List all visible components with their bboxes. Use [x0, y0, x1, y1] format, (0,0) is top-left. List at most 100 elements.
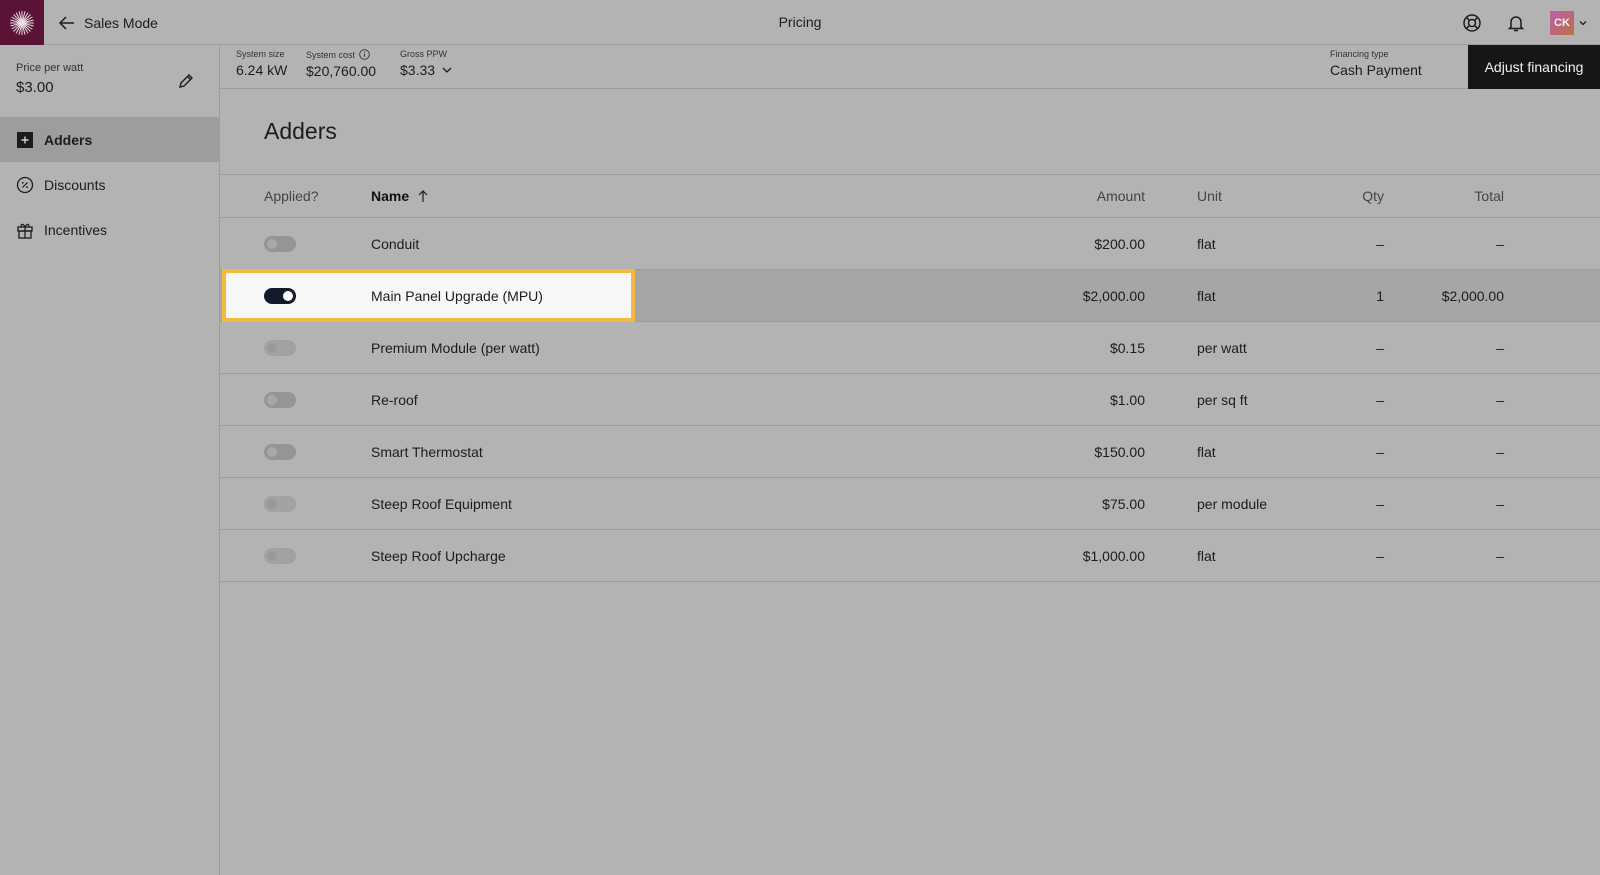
adder-qty: –: [1376, 443, 1384, 460]
system-cost-stat: System cost $20,760.00: [306, 49, 376, 79]
applied-toggle[interactable]: [264, 495, 296, 512]
adder-name: Conduit: [371, 235, 420, 252]
table-row: Steep Roof Equipment $75.00 per module –…: [220, 478, 1600, 530]
gross-ppw-dropdown[interactable]: Gross PPW $3.33: [400, 49, 453, 78]
adder-qty: –: [1376, 547, 1384, 564]
adder-amount: $1,000.00: [1082, 547, 1145, 564]
info-icon[interactable]: [359, 49, 370, 60]
adder-name: Main Panel Upgrade (MPU): [371, 287, 543, 304]
adder-total: –: [1496, 495, 1504, 512]
pencil-icon[interactable]: [177, 72, 195, 90]
table-row: Re-roof $1.00 per sq ft – –: [220, 374, 1600, 426]
sidebar-item-label: Discounts: [44, 176, 106, 193]
back-label: Sales Mode: [84, 14, 158, 31]
app-logo[interactable]: [0, 0, 44, 45]
adder-amount: $75.00: [1102, 495, 1145, 512]
system-size-stat: System size 6.24 kW: [236, 49, 287, 78]
column-header-name-sort[interactable]: Name: [371, 175, 429, 217]
chevron-down-icon: [442, 67, 452, 73]
adder-total: –: [1496, 443, 1504, 460]
column-header-applied: Applied?: [264, 188, 319, 204]
help-button[interactable]: [1462, 13, 1482, 33]
adder-amount: $1.00: [1109, 391, 1145, 408]
applied-toggle[interactable]: [264, 235, 296, 252]
system-cost-label: System cost: [306, 49, 356, 60]
adder-amount: $2,000.00: [1082, 287, 1145, 304]
bell-icon: [1507, 15, 1525, 31]
adder-qty: –: [1376, 235, 1384, 252]
adder-qty: 1: [1376, 287, 1384, 304]
adder-total: –: [1496, 235, 1504, 252]
arrow-left-icon: [58, 15, 74, 30]
applied-toggle[interactable]: [264, 547, 296, 564]
adder-unit: flat: [1197, 287, 1216, 304]
adder-qty: –: [1376, 339, 1384, 356]
column-header-total: Total: [1474, 188, 1504, 204]
adder-total: –: [1496, 547, 1504, 564]
sidebar-item-label: Adders: [44, 131, 93, 148]
applied-toggle[interactable]: [264, 391, 296, 408]
adder-unit: flat: [1197, 235, 1216, 252]
price-per-watt-label: Price per watt: [16, 62, 84, 74]
column-header-amount: Amount: [1096, 188, 1145, 204]
gift-icon: [17, 223, 33, 239]
sidebar-item-adders[interactable]: Adders: [0, 117, 219, 162]
adder-qty: –: [1376, 391, 1384, 408]
adders-section: Adders Applied? Name Amount Unit Qty Tot…: [220, 89, 1600, 582]
adder-amount: $150.00: [1094, 443, 1145, 460]
system-size-label: System size: [236, 49, 285, 59]
table-row: Conduit $200.00 flat – –: [220, 218, 1600, 270]
adder-name: Smart Thermostat: [371, 443, 483, 460]
financing-type-stat: Financing type Cash Payment: [1330, 49, 1422, 78]
adder-unit: per sq ft: [1197, 391, 1248, 408]
adder-unit: per watt: [1197, 339, 1247, 356]
gross-ppw-label: Gross PPW: [400, 49, 448, 59]
table-row: Steep Roof Upcharge $1,000.00 flat – –: [220, 530, 1600, 582]
lifebuoy-icon: [1463, 13, 1481, 32]
applied-toggle[interactable]: [264, 339, 296, 356]
plus-square-icon: [17, 131, 33, 148]
adder-amount: $200.00: [1094, 235, 1145, 252]
adder-unit: per module: [1197, 495, 1268, 512]
sidebar: Price per watt $3.00 Adders Discounts In…: [0, 45, 220, 875]
financing-type-label: Financing type: [1330, 49, 1389, 59]
financing-type-value: Cash Payment: [1330, 62, 1422, 78]
adder-total: –: [1496, 339, 1504, 356]
adder-unit: flat: [1197, 547, 1216, 564]
adder-qty: –: [1376, 495, 1384, 512]
adder-total: –: [1496, 391, 1504, 408]
column-header-unit: Unit: [1197, 188, 1222, 204]
adder-name: Steep Roof Equipment: [371, 495, 512, 512]
price-per-watt-panel: Price per watt $3.00: [0, 45, 219, 117]
adder-name: Re-roof: [371, 391, 418, 408]
page-title: Pricing: [778, 14, 822, 30]
column-header-qty: Qty: [1362, 188, 1384, 204]
applied-toggle[interactable]: [264, 443, 296, 460]
adder-total: $2,000.00: [1441, 287, 1504, 304]
section-title: Adders: [220, 89, 1600, 175]
sidebar-item-discounts[interactable]: Discounts: [0, 162, 219, 207]
chevron-down-icon: [1579, 20, 1587, 25]
adjust-financing-button[interactable]: Adjust financing: [1468, 45, 1600, 89]
system-cost-value: $20,760.00: [306, 63, 377, 79]
table-header: Applied? Name Amount Unit Qty Total: [220, 175, 1600, 218]
column-header-name: Name: [371, 188, 410, 204]
adder-name: Steep Roof Upcharge: [371, 547, 506, 564]
arrow-up-icon: [418, 190, 428, 202]
notifications-button[interactable]: [1506, 13, 1526, 33]
adder-unit: flat: [1197, 443, 1216, 460]
table-row: Premium Module (per watt) $0.15 per watt…: [220, 322, 1600, 374]
applied-toggle[interactable]: [264, 287, 296, 304]
system-size-value: 6.24 kW: [236, 62, 288, 78]
sunburst-logo-icon: [10, 10, 34, 35]
back-to-sales-mode-link[interactable]: Sales Mode: [58, 0, 158, 45]
gross-ppw-value: $3.33: [400, 62, 436, 78]
sidebar-item-label: Incentives: [44, 221, 108, 238]
table-row: Main Panel Upgrade (MPU) $2,000.00 flat …: [220, 269, 1600, 322]
top-bar: Sales Mode Pricing CK: [0, 0, 1600, 45]
user-menu[interactable]: CK: [1550, 10, 1588, 35]
adder-name: Premium Module (per watt): [371, 339, 540, 356]
table-row: Smart Thermostat $150.00 flat – –: [220, 426, 1600, 478]
avatar: CK: [1550, 10, 1574, 35]
sidebar-item-incentives[interactable]: Incentives: [0, 207, 219, 252]
